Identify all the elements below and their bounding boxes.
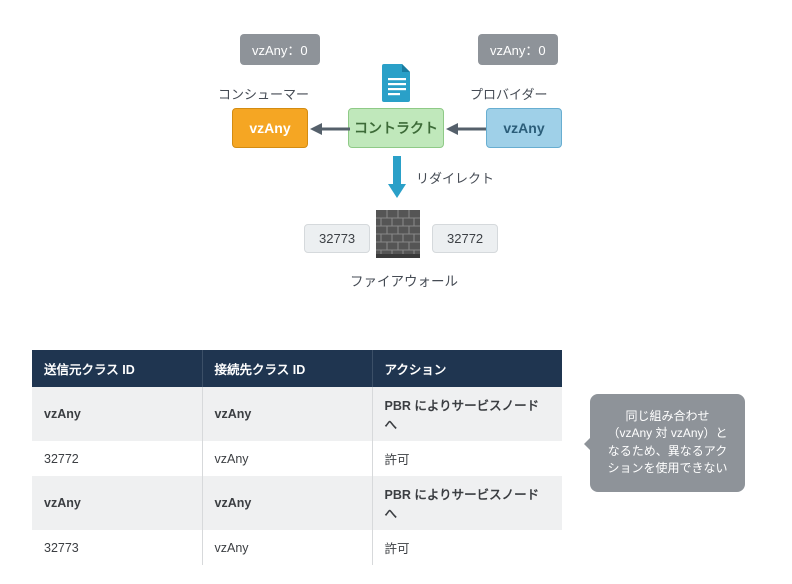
col-act: アクション (372, 350, 562, 387)
zoning-table: 送信元クラス ID 接続先クラス ID アクション vzAnyvzAnyPBR … (32, 350, 562, 565)
firewall-label: ファイアウォール (350, 270, 458, 290)
cell-act: 許可 (372, 530, 562, 565)
cell-src: vzAny (32, 476, 202, 530)
redirect-label: リダイレクト (416, 168, 494, 187)
cell-dst: vzAny (202, 476, 372, 530)
consumer-label: コンシューマー (218, 84, 309, 103)
arrow-contract-to-firewall (388, 156, 406, 203)
cell-src: 32773 (32, 530, 202, 565)
cell-src: 32772 (32, 441, 202, 476)
diagram-canvas: vzAny：0 vzAny：0 コンシューマー プロバイダー vzAny コント… (0, 0, 792, 584)
cell-src: vzAny (32, 387, 202, 441)
col-src: 送信元クラス ID (32, 350, 202, 387)
cell-dst: vzAny (202, 387, 372, 441)
provider-vzany-box: vzAny (486, 108, 562, 148)
consumer-vzany-badge: vzAny：0 (240, 34, 320, 65)
cell-dst: vzAny (202, 530, 372, 565)
arrow-provider-to-contract (446, 122, 486, 141)
port-right: 32772 (432, 224, 498, 253)
callout-note: 同じ組み合わせ（vzAny 対 vzAny）となるため、異なるアクションを使用で… (590, 394, 745, 492)
table-row: vzAnyvzAnyPBR によりサービスノードへ (32, 476, 562, 530)
cell-act: 許可 (372, 441, 562, 476)
document-icon (380, 62, 414, 102)
firewall-icon (376, 210, 420, 258)
cell-dst: vzAny (202, 441, 372, 476)
table-row: 32773vzAny許可 (32, 530, 562, 565)
cell-act: PBR によりサービスノードへ (372, 387, 562, 441)
table-row: vzAnyvzAnyPBR によりサービスノードへ (32, 387, 562, 441)
table-row: 32772vzAny許可 (32, 441, 562, 476)
provider-label: プロバイダー (470, 84, 547, 103)
cell-act: PBR によりサービスノードへ (372, 476, 562, 530)
provider-vzany-badge: vzAny：0 (478, 34, 558, 65)
port-left: 32773 (304, 224, 370, 253)
contract-box: コントラクト (348, 108, 444, 148)
arrow-contract-to-consumer (310, 122, 350, 141)
consumer-vzany-box: vzAny (232, 108, 308, 148)
col-dst: 接続先クラス ID (202, 350, 372, 387)
